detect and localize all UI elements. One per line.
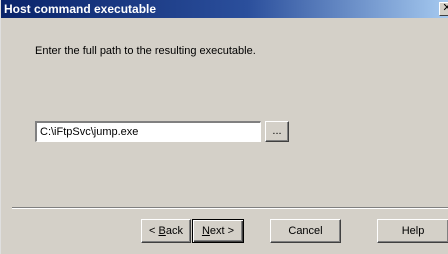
close-icon: ✕ [442, 2, 448, 14]
cancel-label: Cancel [288, 225, 323, 237]
executable-path-input[interactable] [35, 121, 261, 142]
back-prefix: < [149, 225, 159, 237]
browse-label: ... [272, 125, 282, 137]
next-accel: N [201, 225, 210, 237]
help-label: Help [401, 225, 425, 237]
back-label: < Back [149, 225, 183, 237]
next-rest: ext > [209, 225, 235, 237]
cancel-button[interactable]: Cancel [270, 219, 341, 243]
back-rest: ack [165, 225, 183, 237]
window-title: Host command executable [4, 2, 157, 16]
instruction-text: Enter the full path to the resulting exe… [35, 45, 256, 57]
next-button[interactable]: Next > [192, 219, 244, 243]
wizard-dialog: Host command executable ✕ Enter the full… [0, 0, 448, 254]
browse-button[interactable]: ... [265, 121, 289, 142]
close-button[interactable]: ✕ [439, 2, 448, 16]
back-accel: B [158, 225, 166, 237]
title-bar[interactable]: Host command executable ✕ [1, 0, 448, 18]
help-button[interactable]: Help [377, 219, 448, 243]
next-label: Next > [202, 225, 234, 237]
back-button[interactable]: < Back [141, 219, 191, 243]
separator-line [12, 207, 448, 209]
